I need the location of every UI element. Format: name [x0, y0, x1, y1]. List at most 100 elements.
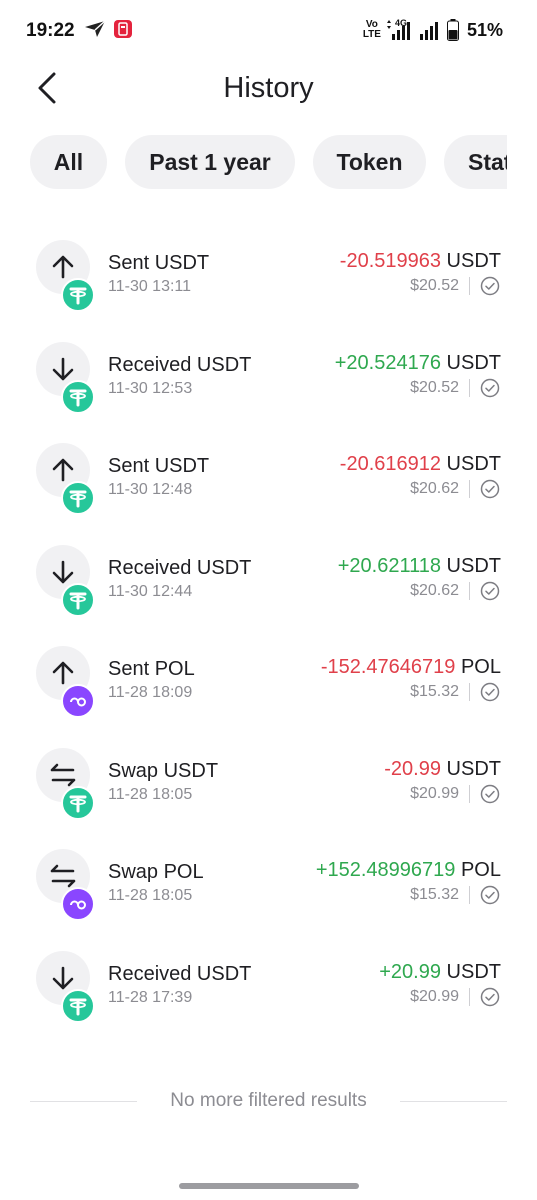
arrow-up-icon	[52, 458, 74, 482]
separator	[469, 480, 470, 498]
transaction-time: 11-28 18:05	[108, 887, 193, 904]
transaction-amount: -20.99 USDT	[384, 758, 501, 781]
transaction-title: Swap USDT	[108, 760, 219, 782]
filter-chip-status[interactable]: Stat	[444, 135, 507, 189]
usdt-token-icon	[69, 490, 87, 508]
no-more-results: No more filtered results	[30, 1090, 507, 1114]
amount-unit: USDT	[446, 453, 501, 475]
separator	[469, 582, 470, 600]
transaction-row[interactable]: Swap POL 11-28 18:05 +152.48996719 POL $15.…	[0, 829, 537, 931]
status-bar: 19:22 Vo LTE 4G 51%	[0, 0, 537, 62]
swap-icon	[50, 864, 76, 888]
signal-4g-icon	[386, 20, 410, 40]
usdt-token-icon	[69, 287, 87, 305]
amount-unit: USDT	[446, 555, 501, 577]
filter-chip-all[interactable]: All	[30, 135, 107, 189]
arrow-up-icon	[52, 255, 74, 279]
transaction-row[interactable]: Received USDT 11-30 12:44 +20.621118 USDT $…	[0, 525, 537, 627]
token-badge	[61, 380, 95, 414]
amount-unit: POL	[460, 656, 501, 678]
token-badge	[61, 481, 95, 515]
transaction-amount: +20.524176 USDT	[335, 352, 501, 375]
fiat-value: $20.62	[410, 582, 459, 599]
transaction-title: Received USDT	[108, 963, 252, 985]
battery-icon	[446, 19, 459, 41]
amount-unit: USDT	[446, 250, 501, 272]
volte-indicator: Vo LTE	[362, 19, 381, 40]
transaction-amount: +152.48996719 POL	[316, 859, 501, 882]
network-indicator: 4G	[386, 18, 413, 41]
filter-bar: All Past 1 year Token Stat	[0, 135, 507, 191]
amount-value: +152.48996719	[315, 859, 456, 881]
transaction-row[interactable]: Received USDT 11-30 12:53 +20.524176 USDT $…	[0, 322, 537, 424]
transaction-row[interactable]: Swap USDT 11-28 18:05 -20.99 USDT $20.99	[0, 728, 537, 830]
transaction-fiat-line: $20.52	[410, 276, 500, 296]
transaction-title: Sent USDT	[108, 455, 210, 477]
amount-value: -20.519963	[339, 250, 441, 272]
home-indicator[interactable]	[179, 1183, 359, 1189]
separator	[469, 785, 470, 803]
token-badge	[61, 583, 95, 617]
fiat-value: $20.52	[410, 277, 459, 294]
amount-value: +20.99	[379, 961, 441, 983]
transaction-row[interactable]: Received USDT 11-28 17:39 +20.99 USDT $20.9…	[0, 931, 537, 1033]
transaction-time: 11-28 17:39	[108, 989, 193, 1006]
status-right-icons: Vo LTE 4G 51%	[362, 18, 503, 41]
fiat-value: $15.32	[410, 886, 459, 903]
check-circle-icon	[480, 479, 500, 499]
transaction-fiat-line: $20.52	[410, 378, 500, 398]
token-badge	[61, 786, 95, 820]
transaction-row[interactable]: Sent USDT 11-30 12:48 -20.616912 USDT $20.6…	[0, 423, 537, 525]
arrow-up-icon	[52, 661, 74, 685]
transaction-row[interactable]: Sent USDT 11-30 13:11 -20.519963 USDT $20.5…	[0, 220, 537, 322]
no-more-results-text: No more filtered results	[170, 1090, 367, 1111]
transaction-fiat-line: $20.62	[410, 479, 500, 499]
transaction-fiat-line: $20.99	[410, 784, 500, 804]
transaction-row[interactable]: Sent POL 11-28 18:09 -152.47646719 POL $15.…	[0, 626, 537, 728]
amount-value: -152.47646719	[320, 656, 456, 678]
amount-unit: POL	[460, 859, 501, 881]
token-badge	[61, 684, 95, 718]
transaction-amount: -20.616912 USDT	[340, 453, 501, 476]
page-title: History	[223, 72, 314, 104]
transaction-amount: +20.99 USDT	[379, 961, 501, 984]
amount-value: -20.99	[384, 758, 441, 780]
transaction-time: 11-28 18:05	[108, 786, 193, 803]
send-app-icon	[85, 20, 106, 37]
usdt-token-icon	[69, 795, 87, 813]
fiat-value: $20.99	[410, 785, 459, 802]
separator	[469, 683, 470, 701]
check-circle-icon	[480, 885, 500, 905]
transaction-amount: -20.519963 USDT	[340, 250, 501, 273]
arrow-down-icon	[52, 966, 74, 990]
pol-token-icon	[70, 697, 86, 707]
pol-token-icon	[70, 900, 86, 910]
transaction-time: 11-30 13:11	[108, 278, 192, 295]
filter-chip-period[interactable]: Past 1 year	[125, 135, 295, 189]
status-time: 19:22	[26, 20, 75, 41]
amount-unit: USDT	[446, 758, 501, 780]
transaction-fiat-line: $20.62	[410, 581, 500, 601]
check-circle-icon	[480, 682, 500, 702]
separator	[469, 277, 470, 295]
amount-unit: USDT	[446, 352, 501, 374]
check-circle-icon	[480, 378, 500, 398]
check-circle-icon	[480, 987, 500, 1007]
fiat-value: $20.62	[410, 480, 459, 497]
transaction-time: 11-30 12:53	[108, 380, 193, 397]
transaction-time: 11-30 12:44	[108, 583, 193, 600]
check-circle-icon	[480, 276, 500, 296]
usdt-token-icon	[69, 998, 87, 1016]
filter-chip-token[interactable]: Token	[313, 135, 426, 189]
fiat-value: $15.32	[410, 683, 459, 700]
transaction-title: Sent USDT	[108, 252, 210, 274]
transaction-title: Received USDT	[108, 557, 252, 579]
amount-value: +20.621118	[337, 555, 441, 577]
separator	[469, 886, 470, 904]
transaction-time: 11-28 18:09	[108, 684, 193, 701]
amount-value: -20.616912	[339, 453, 441, 475]
transaction-fiat-line: $15.32	[410, 682, 500, 702]
separator	[469, 379, 470, 397]
usdt-token-icon	[69, 389, 87, 407]
battery-level: 51%	[466, 19, 503, 40]
